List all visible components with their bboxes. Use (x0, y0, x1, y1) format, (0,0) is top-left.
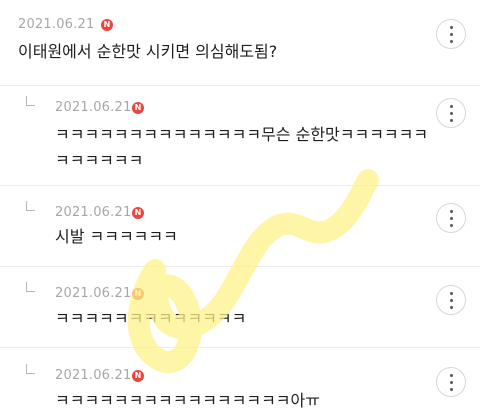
reply-item: 2021.06.21 N 시발 ㅋㅋㅋㅋㅋㅋ (0, 186, 480, 266)
comment-date: 2021.06.21 (18, 17, 95, 32)
more-vertical-icon (449, 103, 453, 124)
more-vertical-icon (449, 290, 453, 311)
reply-arrow-icon (26, 201, 35, 211)
new-badge-icon: N (132, 207, 144, 219)
more-options-button[interactable] (436, 203, 466, 233)
more-vertical-icon (449, 372, 453, 393)
comment-text: ㅋㅋㅋㅋㅋㅋㅋㅋㅋㅋㅋㅋㅋㅋ무슨 순한맛ㅋㅋㅋㅋㅋㅋ ㅋㅋㅋㅋㅋㅋ (55, 125, 429, 170)
comment-text: ㅋㅋㅋㅋㅋㅋㅋㅋㅋㅋㅋㅋㅋㅋㅋㅋ아ㅠ (55, 391, 320, 410)
reply-arrow-icon (26, 364, 35, 374)
comment-text: 시발 ㅋㅋㅋㅋㅋㅋ (55, 227, 178, 246)
more-options-button[interactable] (436, 19, 466, 49)
new-badge-icon: N (101, 19, 113, 31)
comment-text: ㅋㅋㅋㅋㅋㅋㅋㅋㅋㅋㅋㅋㅋ (55, 309, 247, 328)
comment-date: 2021.06.21 (55, 286, 132, 301)
comment-text: 이태원에서 순한맛 시키면 의심해도됨? (18, 42, 278, 61)
comment-item: 2021.06.21 N 이태원에서 순한맛 시키면 의심해도됨? (0, 0, 480, 85)
more-vertical-icon (449, 208, 453, 229)
new-badge-icon: N (132, 370, 144, 382)
comment-date: 2021.06.21 (55, 368, 132, 383)
reply-item: 2021.06.21 N ㅋㅋㅋㅋㅋㅋㅋㅋㅋㅋㅋㅋㅋㅋ무슨 순한맛ㅋㅋㅋㅋㅋㅋ … (0, 86, 480, 185)
reply-arrow-icon (26, 282, 35, 292)
more-options-button[interactable] (436, 98, 466, 128)
more-vertical-icon (449, 24, 453, 45)
reply-arrow-icon (26, 96, 35, 106)
comment-date: 2021.06.21 (55, 205, 132, 220)
more-options-button[interactable] (436, 367, 466, 397)
more-options-button[interactable] (436, 285, 466, 315)
reply-item: 2021.06.21 N ㅋㅋㅋㅋㅋㅋㅋㅋㅋㅋㅋㅋㅋ (0, 267, 480, 347)
comment-date: 2021.06.21 (55, 100, 132, 115)
reply-item: 2021.06.21 N ㅋㅋㅋㅋㅋㅋㅋㅋㅋㅋㅋㅋㅋㅋㅋㅋ아ㅠ (0, 348, 480, 412)
new-badge-icon: N (132, 102, 144, 114)
new-badge-icon: N (132, 288, 144, 300)
